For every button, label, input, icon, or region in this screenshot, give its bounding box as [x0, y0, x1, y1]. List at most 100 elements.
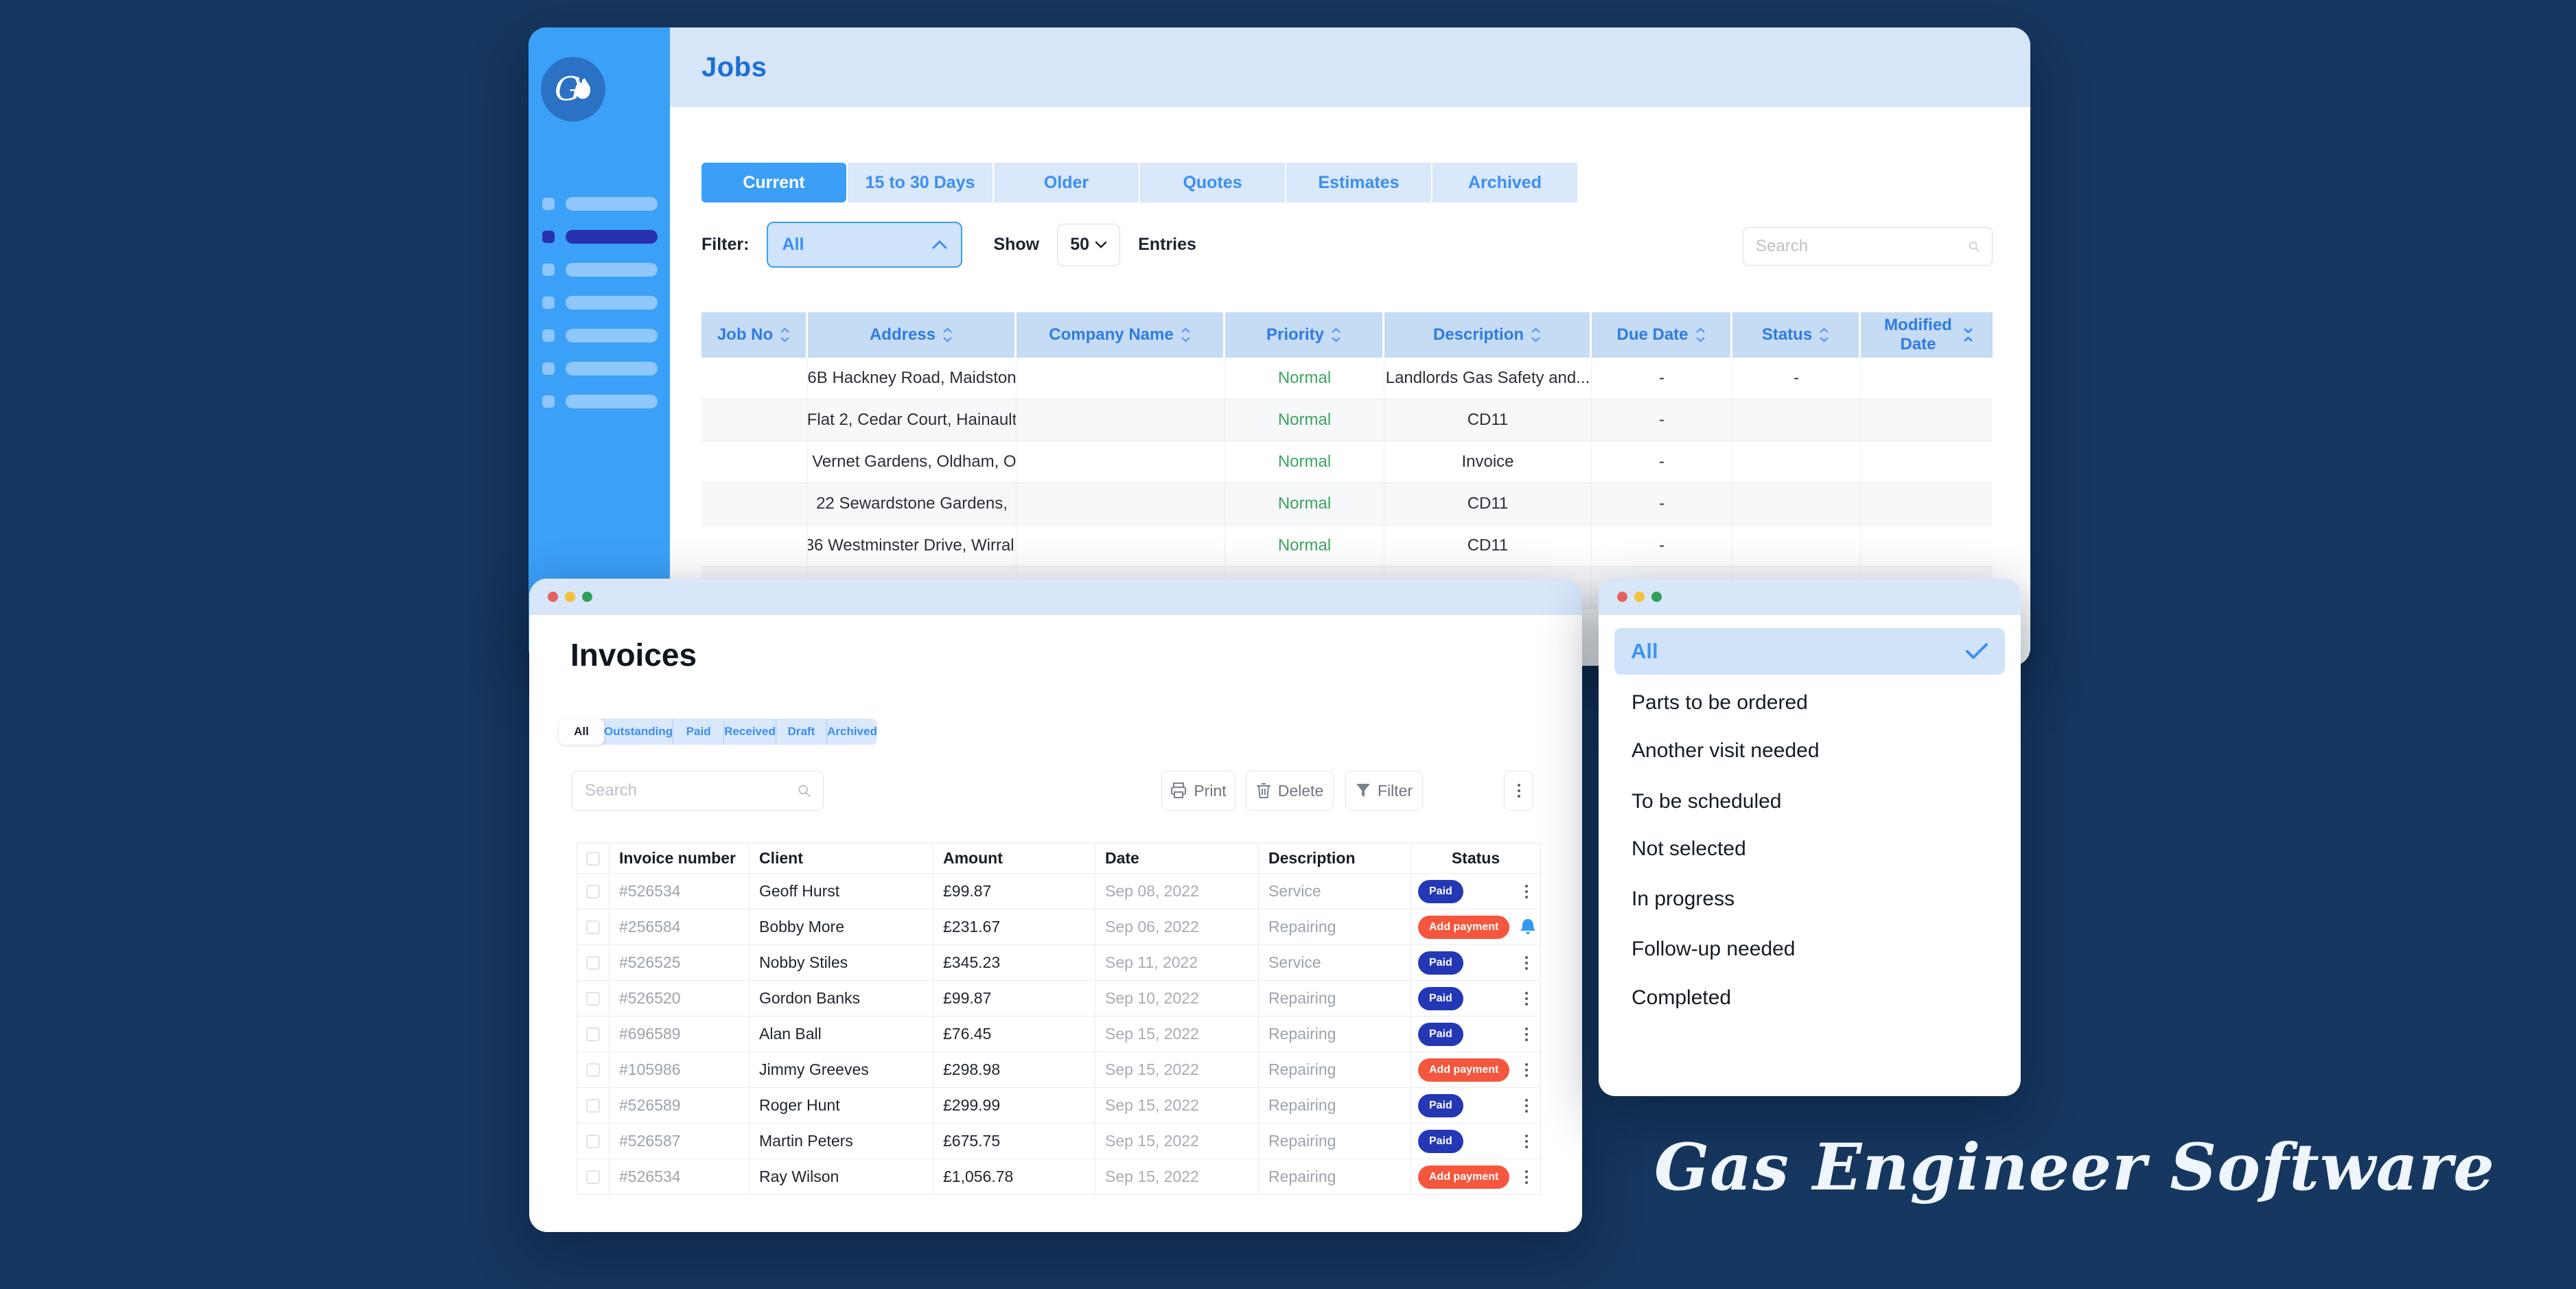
- zoom-window-button[interactable]: [1651, 592, 1662, 602]
- option-parts-to-be-ordered[interactable]: Parts to be ordered: [1632, 690, 1808, 716]
- column-header-address[interactable]: Address: [808, 312, 1017, 358]
- tab-current[interactable]: Current: [701, 163, 846, 202]
- sidebar-item-skeleton[interactable]: [542, 362, 658, 375]
- job-row[interactable]: 36 Westminster Drive, Wirral, Normal CD1…: [701, 525, 1993, 567]
- page-size-select[interactable]: 50: [1057, 224, 1120, 266]
- cell-company: [1017, 441, 1225, 483]
- cell-invoice-number: #526589: [610, 1088, 750, 1124]
- tab-15-to-30-days[interactable]: 15 to 30 Days: [848, 163, 993, 202]
- sidebar-item-skeleton[interactable]: [542, 197, 658, 211]
- invoice-row[interactable]: #526589 Roger Hunt £299.99 Sep 15, 2022 …: [577, 1088, 1540, 1124]
- job-row[interactable]: 22 Sewardstone Gardens, Normal CD11 -: [701, 483, 1993, 525]
- invoice-row[interactable]: #105986 Jimmy Greeves £298.98 Sep 15, 20…: [577, 1052, 1540, 1088]
- print-button[interactable]: Print: [1161, 771, 1235, 811]
- column-header-description[interactable]: Description: [1384, 312, 1592, 358]
- cell-date: Sep 06, 2022: [1095, 909, 1259, 945]
- invoice-row[interactable]: #526525 Nobby Stiles £345.23 Sep 11, 202…: [577, 945, 1540, 981]
- invoice-row[interactable]: #526520 Gordon Banks £99.87 Sep 10, 2022…: [577, 981, 1540, 1017]
- select-all-checkbox[interactable]: [586, 852, 600, 866]
- cell-address: 10 Vernet Gardens, Oldham, OL9: [808, 441, 1017, 483]
- notification-bell-icon[interactable]: [1520, 918, 1536, 936]
- row-checkbox[interactable]: [586, 885, 600, 898]
- cell-job-no: [701, 525, 808, 566]
- cell-amount: £675.75: [933, 1124, 1095, 1159]
- row-menu-button[interactable]: [1521, 1059, 1532, 1081]
- status-pill-paid[interactable]: Paid: [1418, 1130, 1463, 1153]
- row-checkbox[interactable]: [586, 1099, 600, 1113]
- filter-button[interactable]: Filter: [1345, 771, 1423, 811]
- tab-quotes[interactable]: Quotes: [1140, 163, 1285, 202]
- status-pill-add-payment[interactable]: Add payment: [1418, 916, 1509, 939]
- jobs-search-input[interactable]: [1756, 237, 1969, 256]
- row-menu-button[interactable]: [1521, 1095, 1532, 1117]
- job-row[interactable]: 10 Vernet Gardens, Oldham, OL9 Normal In…: [701, 441, 1993, 483]
- tab-paid[interactable]: Paid: [673, 719, 723, 745]
- row-menu-button[interactable]: [1521, 1023, 1532, 1045]
- app-logo[interactable]: G: [541, 57, 605, 121]
- row-menu-button[interactable]: [1521, 1166, 1532, 1188]
- option-completed[interactable]: Completed: [1632, 985, 1731, 1011]
- column-header-job-no[interactable]: Job No: [701, 312, 808, 358]
- row-checkbox[interactable]: [586, 1170, 600, 1184]
- row-checkbox[interactable]: [586, 992, 600, 1006]
- option-follow-up-needed[interactable]: Follow-up needed: [1632, 936, 1796, 962]
- sidebar-item-skeleton[interactable]: [542, 296, 658, 310]
- tab-outstanding[interactable]: Outstanding: [604, 719, 673, 745]
- more-actions-button[interactable]: [1504, 771, 1533, 811]
- column-header-priority[interactable]: Priority: [1225, 312, 1384, 358]
- status-pill-add-payment[interactable]: Add payment: [1418, 1165, 1509, 1189]
- tab-received[interactable]: Received: [723, 719, 776, 745]
- tab-archived-invoices[interactable]: Archived: [826, 719, 877, 745]
- tab-all[interactable]: All: [559, 719, 604, 745]
- row-checkbox[interactable]: [586, 920, 600, 934]
- status-pill-paid[interactable]: Paid: [1418, 987, 1463, 1010]
- status-pill-paid[interactable]: Paid: [1418, 880, 1463, 903]
- status-pill-paid[interactable]: Paid: [1418, 951, 1463, 975]
- cell-date: Sep 15, 2022: [1095, 1052, 1259, 1088]
- option-to-be-scheduled[interactable]: To be scheduled: [1632, 789, 1782, 815]
- sidebar-item-skeleton[interactable]: [542, 263, 658, 277]
- job-row[interactable]: Flat 2, Cedar Court, Hainault Normal CD1…: [701, 399, 1993, 441]
- column-header-modified-date[interactable]: Modified Date: [1861, 312, 1993, 358]
- invoice-row[interactable]: #526534 Geoff Hurst £99.87 Sep 08, 2022 …: [577, 874, 1540, 909]
- row-checkbox[interactable]: [586, 1027, 600, 1041]
- invoices-search-input[interactable]: [585, 781, 798, 800]
- zoom-window-button[interactable]: [582, 592, 592, 602]
- invoice-row[interactable]: #526587 Martin Peters £675.75 Sep 15, 20…: [577, 1124, 1540, 1159]
- tab-estimates[interactable]: Estimates: [1286, 163, 1431, 202]
- sidebar-item-skeleton[interactable]: [542, 395, 658, 408]
- job-row[interactable]: 46B Hackney Road, Maidstone Normal Landl…: [701, 358, 1993, 399]
- status-filter-dropdown[interactable]: All: [767, 222, 962, 268]
- row-checkbox[interactable]: [586, 1063, 600, 1077]
- sidebar-item-skeleton[interactable]: [542, 329, 658, 342]
- option-another-visit-needed[interactable]: Another visit needed: [1632, 738, 1820, 764]
- status-pill-paid[interactable]: Paid: [1418, 1023, 1463, 1046]
- row-checkbox[interactable]: [586, 956, 600, 970]
- row-menu-button[interactable]: [1521, 1130, 1532, 1152]
- column-header-status[interactable]: Status: [1732, 312, 1861, 358]
- option-not-selected[interactable]: Not selected: [1632, 836, 1746, 862]
- status-pill-add-payment[interactable]: Add payment: [1418, 1058, 1509, 1082]
- row-menu-button[interactable]: [1521, 952, 1532, 974]
- close-window-button[interactable]: [548, 592, 558, 602]
- row-checkbox[interactable]: [586, 1135, 600, 1148]
- invoice-row[interactable]: #696589 Alan Ball £76.45 Sep 15, 2022 Re…: [577, 1017, 1540, 1052]
- close-window-button[interactable]: [1617, 592, 1627, 602]
- tab-archived[interactable]: Archived: [1432, 163, 1577, 202]
- status-pill-paid[interactable]: Paid: [1418, 1094, 1463, 1117]
- sidebar-item-skeleton-active[interactable]: [542, 230, 658, 244]
- minimize-window-button[interactable]: [565, 592, 575, 602]
- tab-older[interactable]: Older: [994, 163, 1139, 202]
- invoice-row[interactable]: #526534 Ray Wilson £1,056.78 Sep 15, 202…: [577, 1159, 1540, 1195]
- row-menu-button[interactable]: [1521, 988, 1532, 1010]
- tab-draft[interactable]: Draft: [776, 719, 826, 745]
- invoice-row[interactable]: #256584 Bobby More £231.67 Sep 06, 2022 …: [577, 909, 1540, 945]
- delete-button[interactable]: Delete: [1246, 771, 1334, 811]
- option-all-selected[interactable]: All: [1614, 628, 2005, 675]
- row-menu-button[interactable]: [1521, 881, 1532, 903]
- minimize-window-button[interactable]: [1634, 592, 1645, 602]
- column-header-due-date[interactable]: Due Date: [1592, 312, 1732, 358]
- column-header-company[interactable]: Company Name: [1017, 312, 1225, 358]
- option-in-progress[interactable]: In progress: [1632, 886, 1734, 912]
- kebab-icon: [1513, 780, 1524, 802]
